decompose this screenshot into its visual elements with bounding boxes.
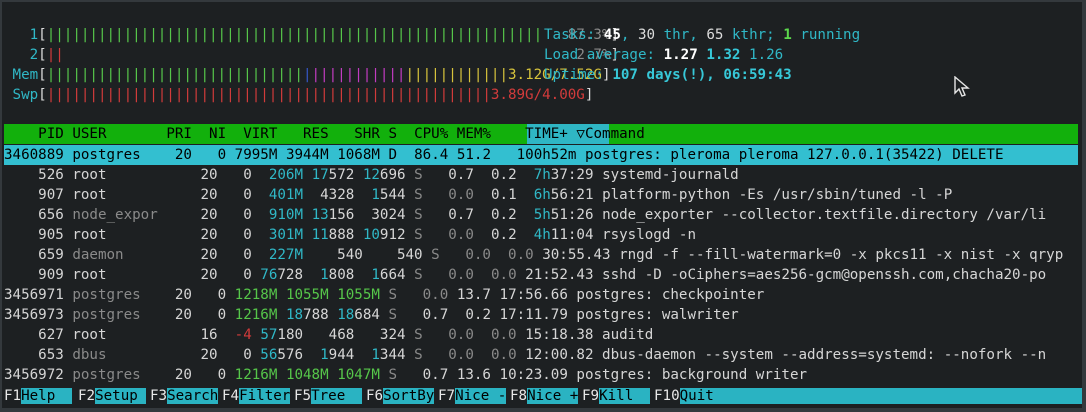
table-row[interactable]: 3456972 postgres 20 0 1216M 1048M 1047M … bbox=[4, 365, 807, 385]
col-time[interactable]: TIME+ bbox=[525, 126, 568, 142]
f7-nice-minus-button[interactable]: F7Nice - bbox=[438, 386, 507, 406]
terminal-window: 1[||||||||||||||||||||||||||||||||||||||… bbox=[2, 2, 1082, 408]
tasks-summary: Tasks: 45, 30 thr, 65 kthr; 1 running bbox=[544, 27, 861, 43]
col-res[interactable]: RES bbox=[303, 126, 329, 142]
col-ni[interactable]: NI bbox=[209, 126, 226, 142]
swap-meter: Swp[||||||||||||||||||||||||||||||||||||… bbox=[12, 87, 594, 103]
f6-sortby-button[interactable]: F6SortBy bbox=[366, 386, 435, 406]
mouse-pointer-icon bbox=[954, 76, 970, 97]
col-command[interactable]: Command bbox=[585, 126, 645, 142]
col-pri[interactable]: PRI bbox=[166, 126, 192, 142]
f9-kill-button[interactable]: F9Kill bbox=[582, 386, 651, 406]
mem-meter: Mem[||||||||||||||||||||||||||||||||||||… bbox=[12, 67, 611, 83]
col-shr[interactable]: SHR bbox=[354, 126, 380, 142]
table-row[interactable]: 656 node_expor 20 0 910M 13156 3024 S 0.… bbox=[4, 205, 1046, 225]
col-virt[interactable]: VIRT bbox=[243, 126, 277, 142]
function-key-bar: F1Help F2Setup F3Search F4Filter F5Tree … bbox=[4, 386, 1082, 406]
table-row[interactable]: 526 root 20 0 206M 17572 12696 S 0.7 0.2… bbox=[4, 165, 739, 185]
f3-search-button[interactable]: F3Search bbox=[150, 386, 219, 406]
cpu1-meter: 1[||||||||||||||||||||||||||||||||||||||… bbox=[29, 27, 620, 43]
col-state[interactable]: S bbox=[388, 126, 397, 142]
col-user[interactable]: USER bbox=[72, 126, 106, 142]
col-pid[interactable]: PID bbox=[38, 126, 64, 142]
cpu2-meter: 2[|| 2.7%] bbox=[29, 47, 620, 63]
f2-setup-button[interactable]: F2Setup bbox=[78, 386, 147, 406]
table-row[interactable]: 3456973 postgres 20 0 1216M 18788 18684 … bbox=[4, 305, 739, 325]
f5-tree-button[interactable]: F5Tree bbox=[294, 386, 363, 406]
col-mem[interactable]: MEM% bbox=[457, 126, 491, 142]
f1-help-button[interactable]: F1Help bbox=[4, 386, 73, 406]
table-row[interactable]: 3456971 postgres 20 0 1218M 1055M 1055M … bbox=[4, 285, 764, 305]
table-row-selected[interactable]: 3460889 postgres 20 0 7995M 3944M 1068M … bbox=[4, 145, 1078, 165]
load-average: Load average: 1.27 1.32 1.26 bbox=[544, 47, 784, 63]
table-row[interactable]: 659 daemon 20 0 227M 540 540 S 0.0 0.0 3… bbox=[4, 245, 1063, 265]
sort-desc-icon: ▽ bbox=[576, 126, 585, 142]
f4-filter-button[interactable]: F4Filter bbox=[222, 386, 291, 406]
col-cpu[interactable]: CPU% bbox=[414, 126, 448, 142]
table-row[interactable]: 627 root 16 -4 57180 468 324 S 0.0 0.0 1… bbox=[4, 325, 653, 345]
f10-quit-button[interactable]: F10Quit bbox=[654, 386, 1082, 406]
column-header: PID USER PRI NI VIRT RES SHR S CPU% MEM%… bbox=[4, 124, 1078, 144]
f8-nice-plus-button[interactable]: F8Nice + bbox=[510, 386, 579, 406]
table-row[interactable]: 909 root 20 0 76728 1808 1664 S 0.0 0.0 … bbox=[4, 265, 1046, 285]
table-row[interactable]: 905 root 20 0 301M 11888 10912 S 0.0 0.2… bbox=[4, 225, 696, 245]
uptime: Uptime: 107 days(!), 06:59:43 bbox=[544, 67, 792, 83]
table-row[interactable]: 907 root 20 0 401M 4328 1544 S 0.0 0.1 6… bbox=[4, 185, 952, 205]
table-row[interactable]: 653 dbus 20 0 56576 1944 1344 S 0.0 0.0 … bbox=[4, 345, 1046, 365]
